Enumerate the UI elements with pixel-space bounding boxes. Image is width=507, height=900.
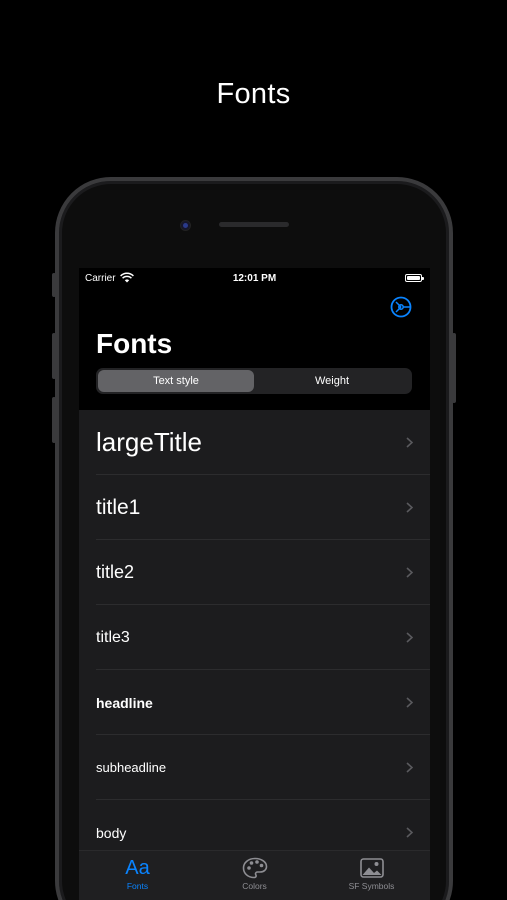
- status-bar: Carrier 12:01 PM: [79, 268, 430, 290]
- navigation-bar: Fonts Text style Weight: [79, 290, 430, 410]
- list-item-title1[interactable]: title1: [79, 475, 430, 540]
- list-item-label: subheadline: [96, 760, 167, 775]
- mute-switch: [52, 273, 56, 297]
- tab-sf-symbols[interactable]: SF Symbols: [313, 851, 430, 900]
- segment-weight[interactable]: Weight: [254, 370, 410, 392]
- list-item-label: title3: [96, 628, 130, 646]
- tab-colors[interactable]: Colors: [196, 851, 313, 900]
- status-time: 12:01 PM: [232, 273, 277, 284]
- settings-icon[interactable]: [389, 295, 413, 319]
- chevron-right-icon: [406, 605, 413, 670]
- palette-icon: [242, 857, 267, 879]
- segmented-control: Text style Weight: [96, 368, 412, 394]
- list-item-label: title2: [96, 562, 135, 582]
- front-camera: [181, 221, 190, 230]
- app-screen: Carrier 12:01 PM Fonts Text style Weight: [79, 268, 430, 900]
- chevron-right-icon: [406, 540, 413, 605]
- list-item-label: largeTitle: [96, 427, 202, 457]
- list-item-subheadline[interactable]: subheadline: [79, 735, 430, 800]
- list-item-largetitle[interactable]: largeTitle: [79, 410, 430, 475]
- tab-label: Fonts: [126, 881, 149, 891]
- list-item-label: headline: [96, 694, 153, 711]
- list-item-label: body: [96, 824, 127, 841]
- text-format-icon: Aa: [125, 857, 150, 879]
- earpiece-speaker: [219, 222, 289, 227]
- tab-fonts[interactable]: Aa Fonts: [79, 851, 196, 900]
- list-item-body[interactable]: body: [79, 800, 430, 850]
- list-item-title2[interactable]: title2: [79, 540, 430, 605]
- chevron-right-icon: [406, 670, 413, 735]
- chevron-right-icon: [406, 475, 413, 540]
- chevron-right-icon: [406, 410, 413, 475]
- battery-icon: [405, 274, 424, 282]
- page-heading: Fonts: [216, 78, 291, 110]
- list-item-label: title1: [96, 495, 141, 519]
- tab-label: SF Symbols: [348, 881, 395, 891]
- chevron-right-icon: [406, 735, 413, 800]
- volume-up-button: [52, 333, 56, 379]
- chevron-right-icon: [406, 800, 413, 850]
- segment-text-style[interactable]: Text style: [98, 370, 254, 392]
- tab-bar: Aa Fonts Colors SF Symbols: [79, 850, 430, 900]
- power-button: [452, 333, 456, 403]
- list-item-title3[interactable]: title3: [79, 605, 430, 670]
- nav-large-title: Fonts: [96, 328, 173, 359]
- stage: Fonts Carrier 12:01 PM Fonts Text style …: [0, 0, 507, 900]
- list-item-headline[interactable]: headline: [79, 670, 430, 735]
- volume-down-button: [52, 397, 56, 443]
- photo-icon: [359, 858, 384, 878]
- tab-label: Colors: [242, 881, 267, 891]
- font-style-list: largeTitle title1 title2 title3 headline: [79, 410, 430, 850]
